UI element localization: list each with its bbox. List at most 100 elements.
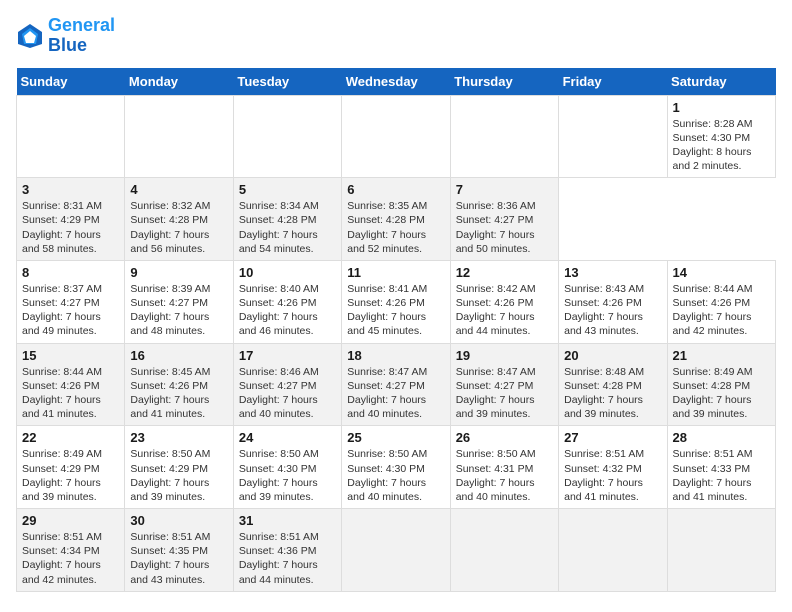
calendar-day-17: 17 Sunrise: 8:46 AMSunset: 4:27 PMDayligh… [233,343,341,426]
calendar-header-saturday: Saturday [667,68,775,96]
day-number: 14 [673,265,770,280]
day-number: 10 [239,265,336,280]
cell-text: Sunrise: 8:49 AMSunset: 4:29 PMDaylight:… [22,448,102,503]
day-number: 29 [22,513,119,528]
day-number: 21 [673,348,770,363]
day-number: 15 [22,348,119,363]
day-number: 17 [239,348,336,363]
cell-text: Sunrise: 8:44 AMSunset: 4:26 PMDaylight:… [22,366,102,421]
day-number: 5 [239,182,336,197]
calendar-day-12: 12Sunrise: 8:42 AMSunset: 4:26 PMDayligh… [450,260,558,343]
calendar-empty-cell [559,509,667,592]
day-number: 13 [564,265,661,280]
calendar-day-4: 4Sunrise: 8:32 AMSunset: 4:28 PMDaylight… [125,178,233,261]
day-number: 28 [673,430,770,445]
calendar-day-13: 13 Sunrise: 8:43 AMSunset: 4:26 PMDayligh… [559,260,667,343]
calendar-day-11: 11 Sunrise: 8:41 AMSunset: 4:26 PMDayligh… [342,260,450,343]
cell-text: Sunrise: 8:28 AMSunset: 4:30 PMDaylight:… [673,118,753,173]
day-number: 8 [22,265,119,280]
cell-text: Sunrise: 8:50 AMSunset: 4:30 PMDaylight:… [239,448,319,503]
day-number: 24 [239,430,336,445]
day-number: 16 [130,348,227,363]
calendar-day-18: 18 Sunrise: 8:47 AMSunset: 4:27 PMDayligh… [342,343,450,426]
calendar-day-14: 14 Sunrise: 8:44 AMSunset: 4:26 PMDayligh… [667,260,775,343]
calendar-empty-cell [450,95,558,178]
calendar-empty-cell [342,509,450,592]
calendar-day-24: 24 Sunrise: 8:50 AMSunset: 4:30 PMDayligh… [233,426,341,509]
cell-text: Sunrise: 8:46 AMSunset: 4:27 PMDaylight:… [239,366,319,421]
cell-text: Sunrise: 8:39 AMSunset: 4:27 PMDaylight:… [130,283,210,338]
calendar-week-4: 22 Sunrise: 8:49 AMSunset: 4:29 PMDayligh… [17,426,776,509]
cell-text: Sunrise: 8:51 AMSunset: 4:33 PMDaylight:… [673,448,753,503]
calendar-empty-cell [233,95,341,178]
calendar-header-friday: Friday [559,68,667,96]
day-number: 30 [130,513,227,528]
calendar-header-thursday: Thursday [450,68,558,96]
logo-text: General Blue [48,16,115,56]
calendar-day-31: 31Sunrise: 8:51 AMSunset: 4:36 PMDayligh… [233,509,341,592]
cell-text: Sunrise: 8:37 AMSunset: 4:27 PMDaylight:… [22,283,102,338]
calendar-day-5: 5 Sunrise: 8:34 AMSunset: 4:28 PMDaylight… [233,178,341,261]
calendar-header-tuesday: Tuesday [233,68,341,96]
day-number: 26 [456,430,553,445]
cell-text: Sunrise: 8:43 AMSunset: 4:26 PMDaylight:… [564,283,644,338]
calendar-day-28: 28 Sunrise: 8:51 AMSunset: 4:33 PMDayligh… [667,426,775,509]
cell-text: Sunrise: 8:34 AMSunset: 4:28 PMDaylight:… [239,200,319,255]
day-number: 22 [22,430,119,445]
calendar-header-row: SundayMondayTuesdayWednesdayThursdayFrid… [17,68,776,96]
cell-text: Sunrise: 8:49 AMSunset: 4:28 PMDaylight:… [673,366,753,421]
calendar-week-1: 3Sunrise: 8:31 AMSunset: 4:29 PMDaylight… [17,178,776,261]
day-number: 6 [347,182,444,197]
day-number: 31 [239,513,336,528]
calendar-day-26: 26 Sunrise: 8:50 AMSunset: 4:31 PMDayligh… [450,426,558,509]
calendar-day-9: 9Sunrise: 8:39 AMSunset: 4:27 PMDaylight… [125,260,233,343]
calendar-table: SundayMondayTuesdayWednesdayThursdayFrid… [16,68,776,592]
cell-text: Sunrise: 8:40 AMSunset: 4:26 PMDaylight:… [239,283,319,338]
logo-icon [16,22,44,50]
cell-text: Sunrise: 8:50 AMSunset: 4:30 PMDaylight:… [347,448,427,503]
calendar-day-27: 27Sunrise: 8:51 AMSunset: 4:32 PMDayligh… [559,426,667,509]
calendar-day-8: 8 Sunrise: 8:37 AMSunset: 4:27 PMDaylight… [17,260,125,343]
cell-text: Sunrise: 8:51 AMSunset: 4:34 PMDaylight:… [22,531,102,586]
calendar-header-wednesday: Wednesday [342,68,450,96]
calendar-day-29: 29 Sunrise: 8:51 AMSunset: 4:34 PMDayligh… [17,509,125,592]
cell-text: Sunrise: 8:51 AMSunset: 4:32 PMDaylight:… [564,448,644,503]
calendar-week-3: 15 Sunrise: 8:44 AMSunset: 4:26 PMDayligh… [17,343,776,426]
calendar-day-10: 10 Sunrise: 8:40 AMSunset: 4:26 PMDayligh… [233,260,341,343]
calendar-day-15: 15 Sunrise: 8:44 AMSunset: 4:26 PMDayligh… [17,343,125,426]
calendar-day-21: 21 Sunrise: 8:49 AMSunset: 4:28 PMDayligh… [667,343,775,426]
calendar-week-5: 29 Sunrise: 8:51 AMSunset: 4:34 PMDayligh… [17,509,776,592]
day-number: 23 [130,430,227,445]
cell-text: Sunrise: 8:47 AMSunset: 4:27 PMDaylight:… [347,366,427,421]
calendar-day-16: 16Sunrise: 8:45 AMSunset: 4:26 PMDayligh… [125,343,233,426]
cell-text: Sunrise: 8:35 AMSunset: 4:28 PMDaylight:… [347,200,427,255]
calendar-week-2: 8 Sunrise: 8:37 AMSunset: 4:27 PMDaylight… [17,260,776,343]
cell-text: Sunrise: 8:50 AMSunset: 4:31 PMDaylight:… [456,448,536,503]
calendar-day-3: 3Sunrise: 8:31 AMSunset: 4:29 PMDaylight… [17,178,125,261]
cell-text: Sunrise: 8:31 AMSunset: 4:29 PMDaylight:… [22,200,102,255]
cell-text: Sunrise: 8:51 AMSunset: 4:35 PMDaylight:… [130,531,210,586]
calendar-header-sunday: Sunday [17,68,125,96]
cell-text: Sunrise: 8:48 AMSunset: 4:28 PMDaylight:… [564,366,644,421]
calendar-day-30: 30 Sunrise: 8:51 AMSunset: 4:35 PMDayligh… [125,509,233,592]
day-number: 11 [347,265,444,280]
day-number: 12 [456,265,553,280]
calendar-day-20: 20 Sunrise: 8:48 AMSunset: 4:28 PMDayligh… [559,343,667,426]
calendar-day-23: 23Sunrise: 8:50 AMSunset: 4:29 PMDayligh… [125,426,233,509]
cell-text: Sunrise: 8:41 AMSunset: 4:26 PMDaylight:… [347,283,427,338]
day-number: 1 [673,100,770,115]
day-number: 19 [456,348,553,363]
cell-text: Sunrise: 8:44 AMSunset: 4:26 PMDaylight:… [673,283,753,338]
calendar-day-19: 19Sunrise: 8:47 AMSunset: 4:27 PMDayligh… [450,343,558,426]
calendar-week-0: 1 Sunrise: 8:28 AMSunset: 4:30 PMDaylight… [17,95,776,178]
day-number: 20 [564,348,661,363]
calendar-empty-cell [17,95,125,178]
calendar-day-1: 1 Sunrise: 8:28 AMSunset: 4:30 PMDaylight… [667,95,775,178]
calendar-empty-cell [559,95,667,178]
cell-text: Sunrise: 8:32 AMSunset: 4:28 PMDaylight:… [130,200,210,255]
day-number: 7 [456,182,553,197]
calendar-day-22: 22 Sunrise: 8:49 AMSunset: 4:29 PMDayligh… [17,426,125,509]
day-number: 18 [347,348,444,363]
calendar-empty-cell [450,509,558,592]
page-header: General Blue [16,16,776,56]
